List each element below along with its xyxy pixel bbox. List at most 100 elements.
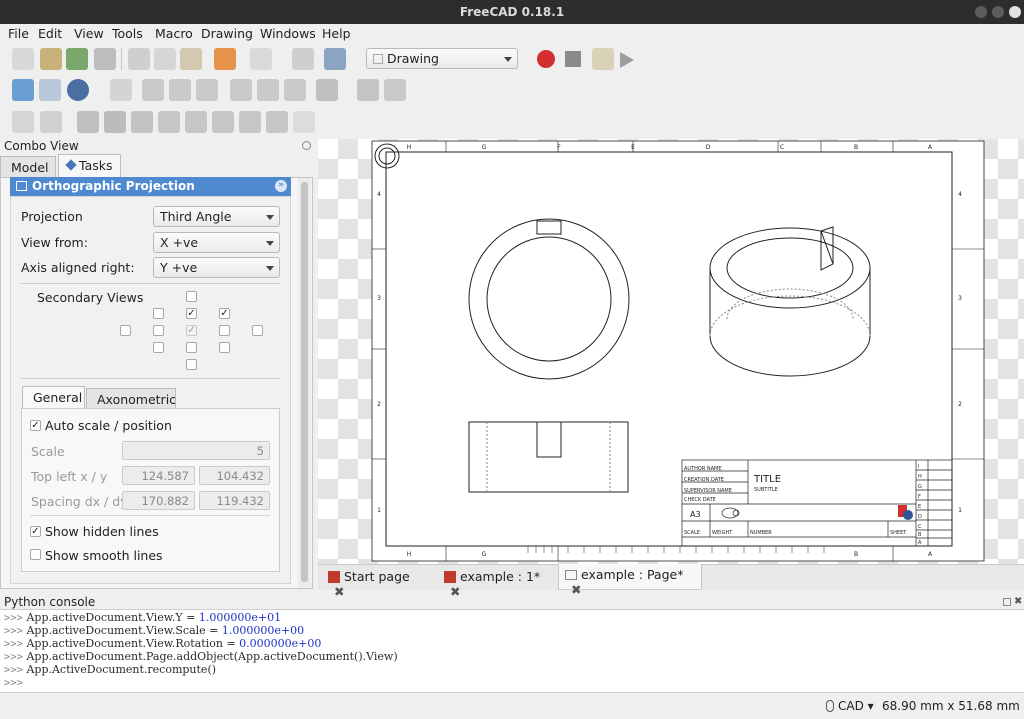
menu-drawing[interactable]: Drawing — [201, 26, 253, 41]
toolbar-view — [0, 76, 520, 106]
annotation-icon[interactable] — [158, 111, 180, 133]
measure-icon[interactable] — [316, 79, 338, 101]
ortho-views-icon[interactable] — [104, 111, 126, 133]
whats-this-icon[interactable] — [324, 48, 346, 70]
insert-view-icon[interactable] — [77, 111, 99, 133]
symbol-icon[interactable] — [212, 111, 234, 133]
edit-macro-icon[interactable] — [592, 48, 614, 70]
open-icon[interactable] — [40, 48, 62, 70]
close-icon[interactable]: ✖ — [450, 584, 460, 599]
rear-view-icon[interactable] — [230, 79, 252, 101]
draw-style-icon[interactable] — [67, 79, 89, 101]
task-scrollbar[interactable] — [298, 178, 311, 588]
print-icon[interactable] — [94, 48, 116, 70]
view-checkbox[interactable] — [153, 308, 164, 319]
close-icon[interactable]: ✖ — [334, 584, 344, 599]
copy-icon[interactable] — [154, 48, 176, 70]
scrollbar-thumb[interactable] — [301, 182, 308, 582]
bottom-view-icon[interactable] — [257, 79, 279, 101]
run-macro-icon[interactable] — [620, 52, 634, 68]
cut-icon[interactable] — [128, 48, 150, 70]
menu-edit[interactable]: Edit — [38, 26, 62, 41]
view-checkbox[interactable] — [153, 342, 164, 353]
scale-field[interactable]: 5 — [122, 441, 270, 460]
tab-model[interactable]: Model — [0, 156, 56, 178]
fit-selection-icon[interactable] — [39, 79, 61, 101]
group-icon[interactable] — [384, 79, 406, 101]
collapse-icon[interactable]: » — [275, 180, 287, 192]
tab-example-model[interactable]: example : 1* ✖ — [438, 566, 552, 599]
undo-icon[interactable] — [214, 48, 236, 70]
tab-example-page[interactable]: example : Page* ✖ — [558, 564, 702, 597]
isometric-icon[interactable] — [110, 79, 132, 101]
export-page-icon[interactable] — [293, 111, 315, 133]
paste-icon[interactable] — [180, 48, 202, 70]
page-template-icon[interactable] — [40, 111, 62, 133]
record-macro-icon[interactable] — [537, 50, 555, 68]
tab-axonometric[interactable]: Axonometric — [86, 388, 176, 409]
open-browser-icon[interactable] — [131, 111, 153, 133]
undock-icon[interactable] — [302, 141, 311, 150]
col-label: B — [854, 144, 858, 151]
spreadsheet-view-icon[interactable] — [266, 111, 288, 133]
refresh-icon[interactable] — [292, 48, 314, 70]
menu-view[interactable]: View — [74, 26, 104, 41]
new-icon[interactable] — [12, 48, 34, 70]
tab-tasks-label: Tasks — [79, 158, 113, 173]
stop-macro-icon[interactable] — [565, 51, 581, 67]
tab-start-page[interactable]: Start page ✖ — [322, 566, 432, 599]
menu-file[interactable]: File — [8, 26, 29, 41]
spacing-label: Spacing dx / dy — [31, 494, 128, 509]
spacing-x-field[interactable]: 170.882 — [122, 491, 195, 510]
top-left-x-field[interactable]: 124.587 — [122, 466, 195, 485]
console-input-line[interactable]: >>> — [4, 676, 23, 689]
view-checkbox[interactable]: ✓ — [219, 308, 230, 319]
menu-help[interactable]: Help — [322, 26, 351, 41]
axis-select[interactable]: Y +ve — [153, 257, 280, 278]
nav-style-selector[interactable]: CAD ▾ — [838, 699, 874, 713]
top-view-icon[interactable] — [169, 79, 191, 101]
view-checkbox[interactable] — [153, 325, 164, 336]
workbench-selector[interactable]: Drawing — [366, 48, 518, 69]
menu-tools[interactable]: Tools — [112, 26, 143, 41]
left-view-icon[interactable] — [284, 79, 306, 101]
show-smooth-checkbox[interactable] — [30, 549, 41, 560]
view-checkbox[interactable] — [219, 342, 230, 353]
view-checkbox[interactable]: ✓ — [186, 308, 197, 319]
spacing-y-field[interactable]: 119.432 — [199, 491, 270, 510]
view-from-select[interactable]: X +ve — [153, 232, 280, 253]
front-view-icon[interactable] — [142, 79, 164, 101]
view-checkbox[interactable] — [252, 325, 263, 336]
menu-macro[interactable]: Macro — [155, 26, 193, 41]
show-hidden-checkbox[interactable]: ✓ — [30, 526, 41, 537]
auto-scale-checkbox[interactable]: ✓ — [30, 420, 41, 431]
close-icon[interactable]: ✖ — [571, 582, 581, 597]
col-label: G — [482, 144, 487, 151]
projection-select[interactable]: Third Angle — [153, 206, 280, 227]
redo-icon[interactable] — [250, 48, 272, 70]
fit-all-icon[interactable] — [12, 79, 34, 101]
view-checkbox[interactable] — [219, 325, 230, 336]
view-checkbox[interactable] — [186, 359, 197, 370]
new-page-icon[interactable] — [12, 111, 34, 133]
close-icon[interactable]: ✖ — [1014, 596, 1022, 607]
tb-letter: C — [918, 524, 922, 530]
clip-icon[interactable] — [185, 111, 207, 133]
tab-general[interactable]: General — [22, 386, 85, 409]
toolbar-file: Drawing — [0, 44, 1024, 74]
view-checkbox[interactable] — [186, 342, 197, 353]
tab-tasks[interactable]: Tasks — [58, 154, 121, 178]
menu-windows[interactable]: Windows — [260, 26, 316, 41]
undock-icon[interactable] — [1003, 598, 1011, 606]
part-icon[interactable] — [357, 79, 379, 101]
maximize-button[interactable] — [992, 6, 1004, 18]
view-checkbox[interactable] — [186, 291, 197, 302]
minimize-button[interactable] — [975, 6, 987, 18]
right-view-icon[interactable] — [196, 79, 218, 101]
close-button[interactable] — [1009, 6, 1021, 18]
top-left-y-field[interactable]: 104.432 — [199, 466, 270, 485]
save-icon[interactable] — [66, 48, 88, 70]
draft-view-icon[interactable] — [239, 111, 261, 133]
view-checkbox[interactable] — [120, 325, 131, 336]
tb-letter: F — [918, 494, 921, 500]
